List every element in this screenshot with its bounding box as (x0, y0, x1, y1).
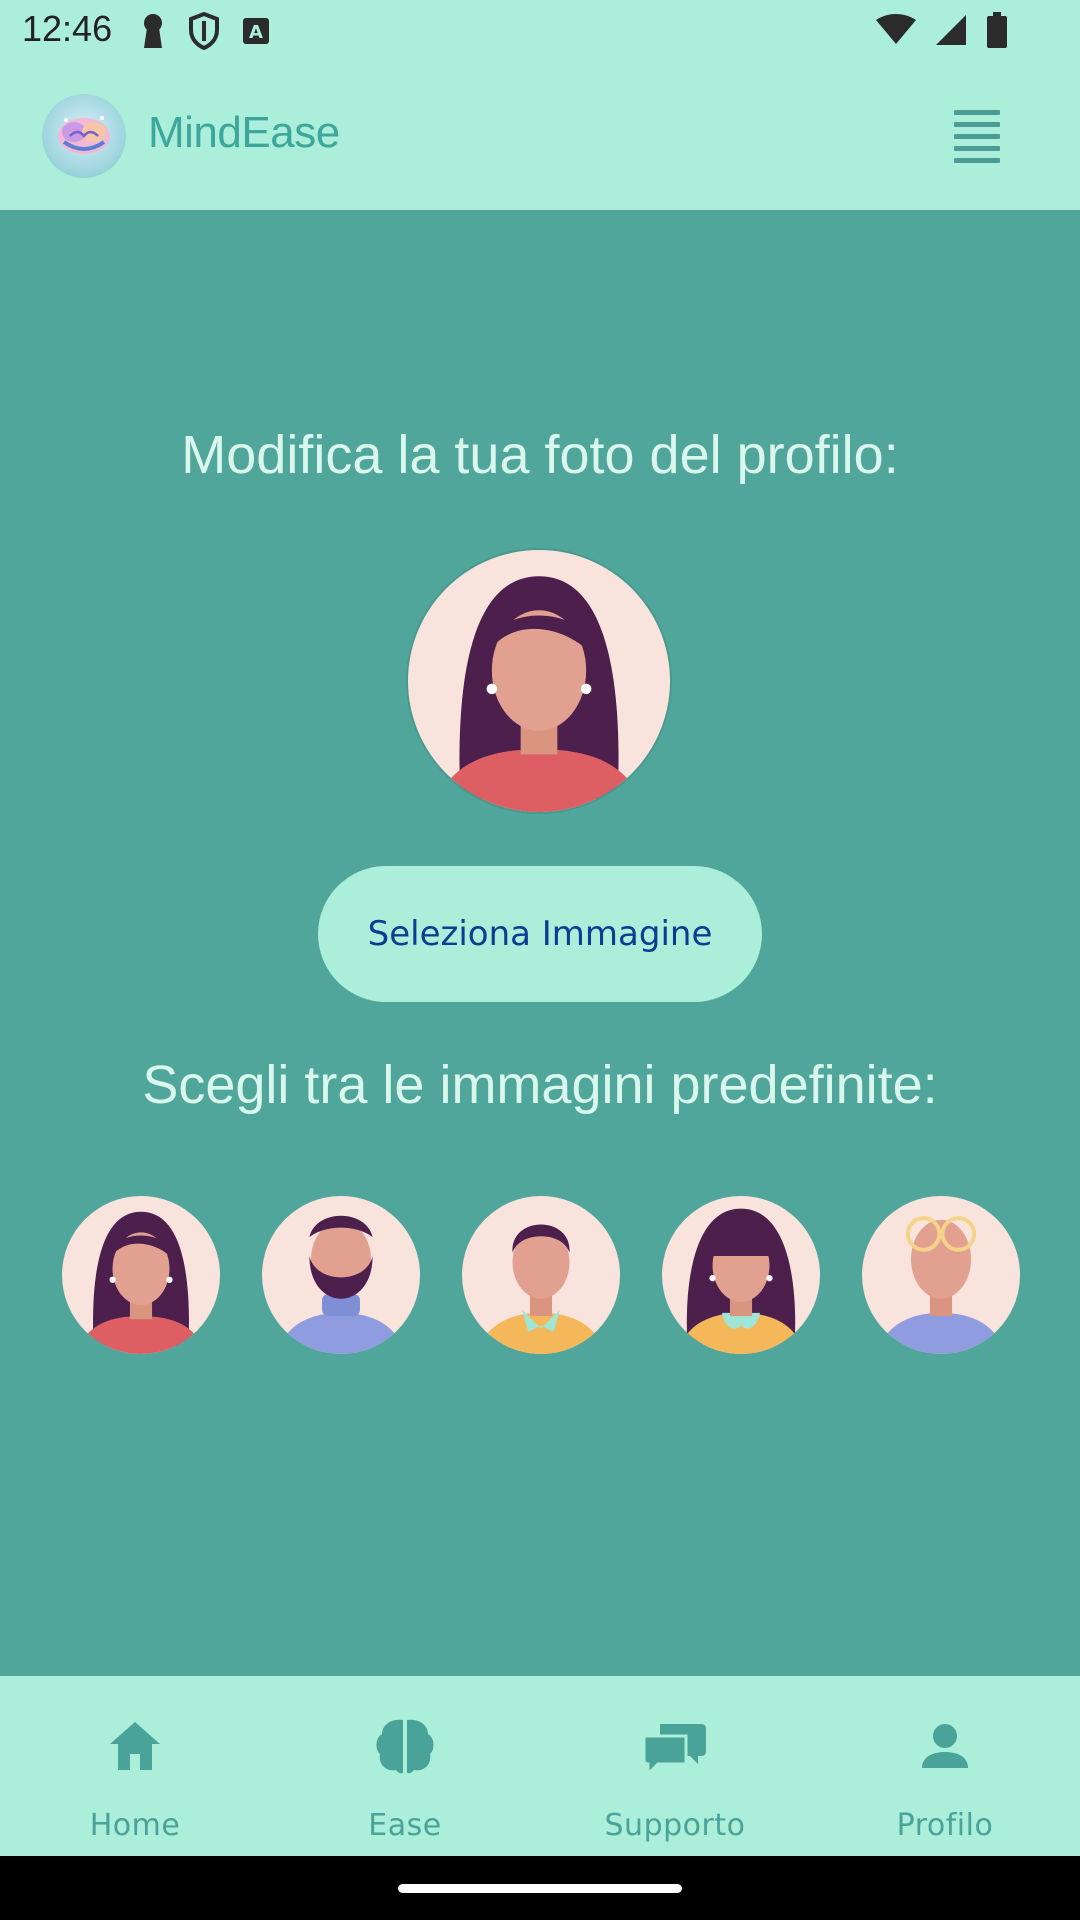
nav-item-ease[interactable]: Ease (270, 1676, 540, 1856)
nav-label-profilo: Profilo (896, 1808, 994, 1843)
preset-avatar-woman-yellow-collar[interactable] (662, 1196, 820, 1354)
app-title: MindEase (148, 108, 340, 157)
current-avatar (408, 550, 670, 812)
chat-icon (642, 1724, 706, 1778)
nav-label-ease: Ease (368, 1808, 442, 1843)
brain-icon (376, 1719, 434, 1774)
preset-images-heading: Scegli tra le immagini predefinite: (142, 1055, 938, 1115)
home-icon (110, 1722, 160, 1770)
svg-text:A: A (249, 22, 263, 43)
nav-label-supporto: Supporto (604, 1808, 746, 1843)
nav-item-supporto[interactable]: Supporto (540, 1676, 810, 1856)
menu-icon[interactable] (954, 110, 1000, 163)
nav-item-home[interactable]: Home (0, 1676, 270, 1856)
system-nav-bar (0, 1856, 1080, 1920)
home-indicator[interactable] (398, 1884, 682, 1893)
app-bar: MindEase (0, 64, 1080, 210)
person-icon (922, 1724, 968, 1768)
keyhole-icon (140, 12, 166, 54)
preset-avatar-man-beard[interactable] (262, 1196, 420, 1354)
status-bar: 12:46 A (0, 0, 1080, 64)
select-image-button[interactable]: Seleziona Immagine (318, 866, 762, 1002)
status-time: 12:46 (22, 8, 113, 49)
bottom-nav: Home Ease Supporto Profilo (0, 1676, 1080, 1856)
wifi-icon (876, 14, 916, 50)
preset-avatar-man-glasses[interactable] (862, 1196, 1020, 1354)
shield-icon (188, 11, 220, 54)
signal-icon (934, 13, 968, 51)
profile-photo-heading: Modifica la tua foto del profilo: (181, 425, 899, 485)
brain-logo-icon[interactable] (42, 94, 126, 178)
nav-label-home: Home (89, 1808, 181, 1843)
battery-icon (986, 12, 1008, 52)
nav-item-profilo[interactable]: Profilo (810, 1676, 1080, 1856)
preset-avatar-woman-red-shirt[interactable] (62, 1196, 220, 1354)
a-badge-icon: A (242, 17, 270, 49)
preset-avatar-man-yellow-collar[interactable] (462, 1196, 620, 1354)
